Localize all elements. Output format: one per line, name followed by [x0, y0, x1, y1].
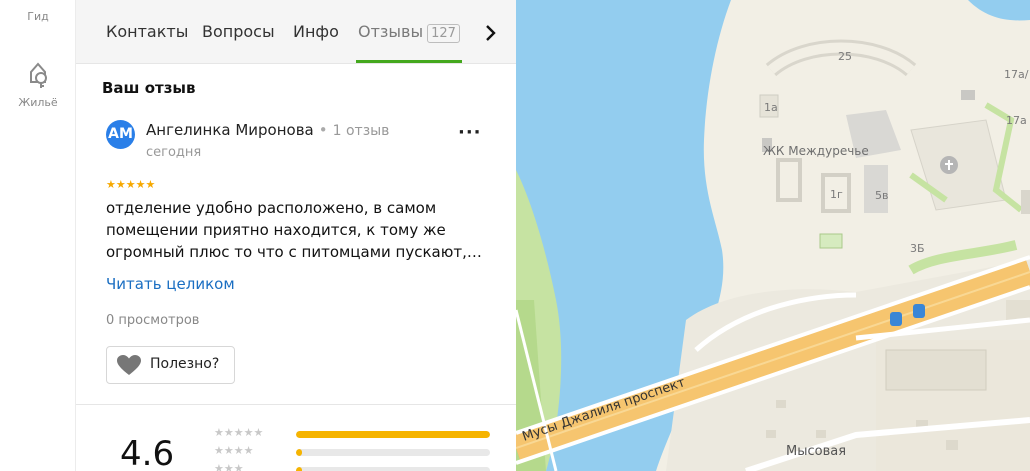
tab-reviews-label: Отзывы	[358, 22, 424, 41]
star-icon: ★★★	[214, 462, 244, 471]
rating-bar-fill	[296, 467, 302, 471]
map-label-17a-top: 17а/	[1004, 68, 1029, 81]
review-date: сегодня	[146, 145, 202, 160]
map-label-17a: 17а	[1006, 114, 1027, 127]
rail-housing-label: Жильё	[18, 96, 58, 109]
reviews-count-badge: 127	[427, 24, 460, 43]
rating-bar-fill	[296, 449, 302, 456]
rail-guide-label: Гид	[27, 10, 49, 23]
helpful-button[interactable]: Полезно?	[106, 346, 235, 384]
your-review-title: Ваш отзыв	[102, 79, 196, 97]
section-divider	[76, 404, 516, 405]
tab-info[interactable]: Инфо	[293, 22, 339, 41]
avatar[interactable]: АМ	[106, 120, 135, 149]
rail-item-housing[interactable]: Жильё	[0, 58, 76, 109]
map-label-street: Мысовая	[786, 444, 846, 459]
star-icon: ★	[135, 178, 146, 191]
chevron-right-icon[interactable]	[484, 23, 498, 43]
left-rail: Гид Жильё	[0, 0, 76, 471]
helpful-label: Полезно?	[150, 356, 220, 372]
map-label-3b: 3Б	[910, 242, 925, 255]
map-label-5v: 5в	[875, 189, 888, 202]
rail-item-guide[interactable]: Гид	[0, 10, 76, 23]
map-view[interactable]: 25 1а ЖК Междуречье 1г 5в 3Б 17а/ 17а Мы…	[516, 0, 1030, 471]
map-label-25: 25	[838, 50, 852, 63]
active-tab-underline	[356, 60, 462, 63]
star-icon: ★	[106, 178, 116, 191]
more-options-icon[interactable]: ···	[458, 122, 482, 143]
map-label-1g: 1г	[830, 188, 843, 201]
overall-rating: 4.6	[120, 434, 175, 471]
heart-icon	[117, 355, 141, 375]
read-more-link[interactable]: Читать целиком	[106, 275, 235, 293]
rating-bar	[296, 431, 490, 438]
author-review-count: 1 отзыв	[332, 123, 390, 139]
tab-bar: Контакты Вопросы Инфо Отзывы 127	[76, 0, 516, 64]
views-count: 0 просмотров	[106, 313, 200, 328]
house-key-icon	[30, 62, 47, 88]
tab-reviews[interactable]: Отзывы 127	[358, 22, 460, 43]
rating-bar-fill	[296, 431, 490, 438]
star-icon: ★★★★	[214, 444, 254, 457]
map-label-1a: 1а	[764, 101, 778, 114]
star-icon: ★	[115, 178, 126, 191]
review-author: Ангелинка Миронова • 1 отзыв	[146, 121, 390, 139]
author-name[interactable]: Ангелинка Миронова	[146, 121, 314, 139]
review-stars: ★★★★★	[106, 178, 155, 191]
star-icon: ★	[125, 178, 136, 191]
rating-bar	[296, 449, 490, 456]
rating-bar	[296, 467, 490, 471]
map-label-residential: ЖК Междуречье	[763, 144, 869, 158]
star-icon: ★★★★★	[214, 426, 264, 439]
tab-questions[interactable]: Вопросы	[202, 22, 275, 41]
place-panel: Контакты Вопросы Инфо Отзывы 127 Ваш отзы…	[76, 0, 516, 471]
tab-contacts[interactable]: Контакты	[106, 22, 188, 41]
star-icon: ★	[145, 178, 156, 191]
review-text: отделение удобно расположено, в самом по…	[106, 199, 482, 261]
